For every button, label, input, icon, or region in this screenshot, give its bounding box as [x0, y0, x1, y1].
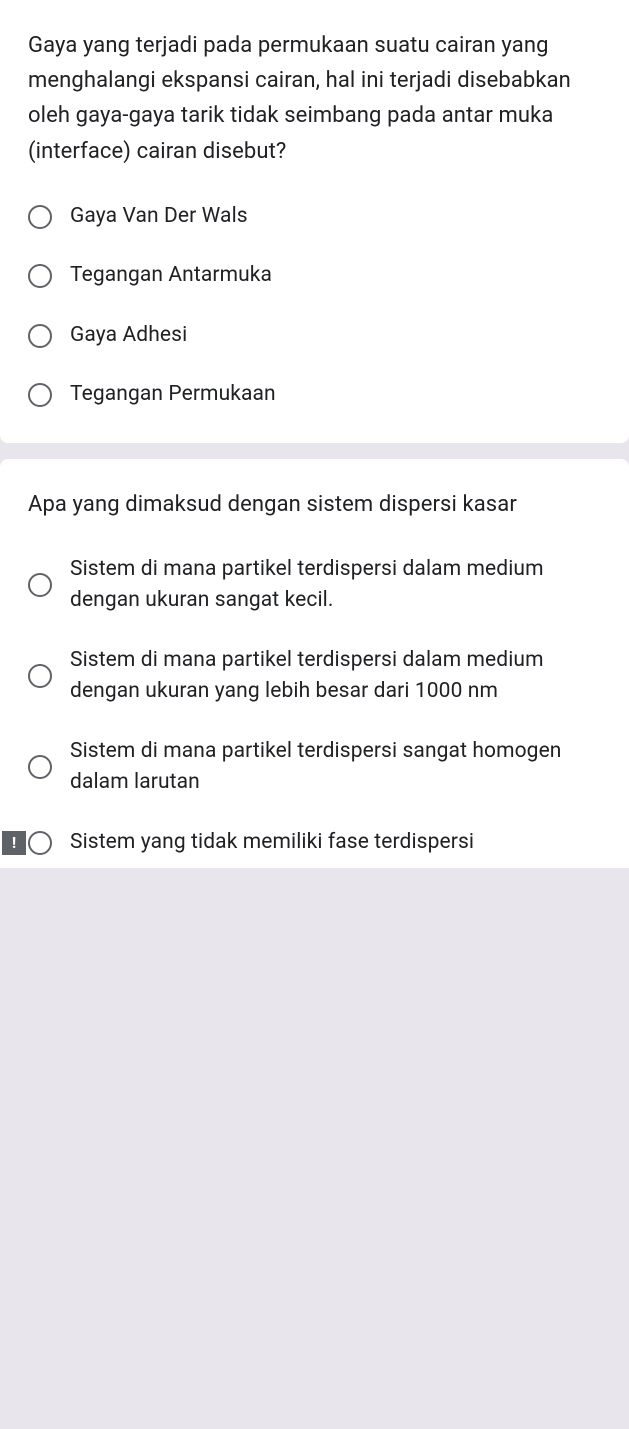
- option-1-3[interactable]: Gaya Adhesi: [28, 320, 601, 352]
- option-1-4[interactable]: Tegangan Permukaan: [28, 379, 601, 411]
- question-card-1: Gaya yang terjadi pada permukaan suatu c…: [0, 0, 629, 443]
- last-option-row: ! Sistem yang tidak memiliki fase terdis…: [28, 827, 601, 859]
- option-label: Tegangan Antarmuka: [70, 260, 272, 292]
- option-label: Sistem di mana partikel terdispersi dala…: [70, 554, 601, 617]
- option-label: Sistem di mana partikel terdispersi sang…: [70, 736, 601, 799]
- radio-icon: [28, 383, 52, 407]
- option-1-1[interactable]: Gaya Van Der Wals: [28, 201, 601, 233]
- option-2-2[interactable]: Sistem di mana partikel terdispersi dala…: [28, 645, 601, 708]
- option-label: Gaya Van Der Wals: [70, 201, 248, 233]
- radio-icon: [28, 831, 52, 855]
- radio-icon: [28, 205, 52, 229]
- option-label: Gaya Adhesi: [70, 320, 187, 352]
- radio-icon: [28, 324, 52, 348]
- option-label: Tegangan Permukaan: [70, 379, 276, 411]
- option-label: Sistem di mana partikel terdispersi dala…: [70, 645, 601, 708]
- question-card-2: Apa yang dimaksud dengan sistem dispersi…: [0, 459, 629, 869]
- option-1-2[interactable]: Tegangan Antarmuka: [28, 260, 601, 292]
- alert-column: !: [0, 831, 28, 855]
- question-text-1: Gaya yang terjadi pada permukaan suatu c…: [28, 28, 601, 169]
- options-group-2: Sistem di mana partikel terdispersi dala…: [28, 554, 601, 859]
- radio-icon: [28, 755, 52, 779]
- option-2-1[interactable]: Sistem di mana partikel terdispersi dala…: [28, 554, 601, 617]
- alert-icon[interactable]: !: [2, 831, 26, 855]
- radio-icon: [28, 573, 52, 597]
- option-label: Sistem yang tidak memiliki fase terdispe…: [70, 827, 474, 859]
- question-text-2: Apa yang dimaksud dengan sistem dispersi…: [28, 487, 601, 522]
- radio-icon: [28, 664, 52, 688]
- radio-icon: [28, 264, 52, 288]
- options-group-1: Gaya Van Der Wals Tegangan Antarmuka Gay…: [28, 201, 601, 411]
- option-2-4[interactable]: Sistem yang tidak memiliki fase terdispe…: [28, 827, 601, 859]
- option-2-3[interactable]: Sistem di mana partikel terdispersi sang…: [28, 736, 601, 799]
